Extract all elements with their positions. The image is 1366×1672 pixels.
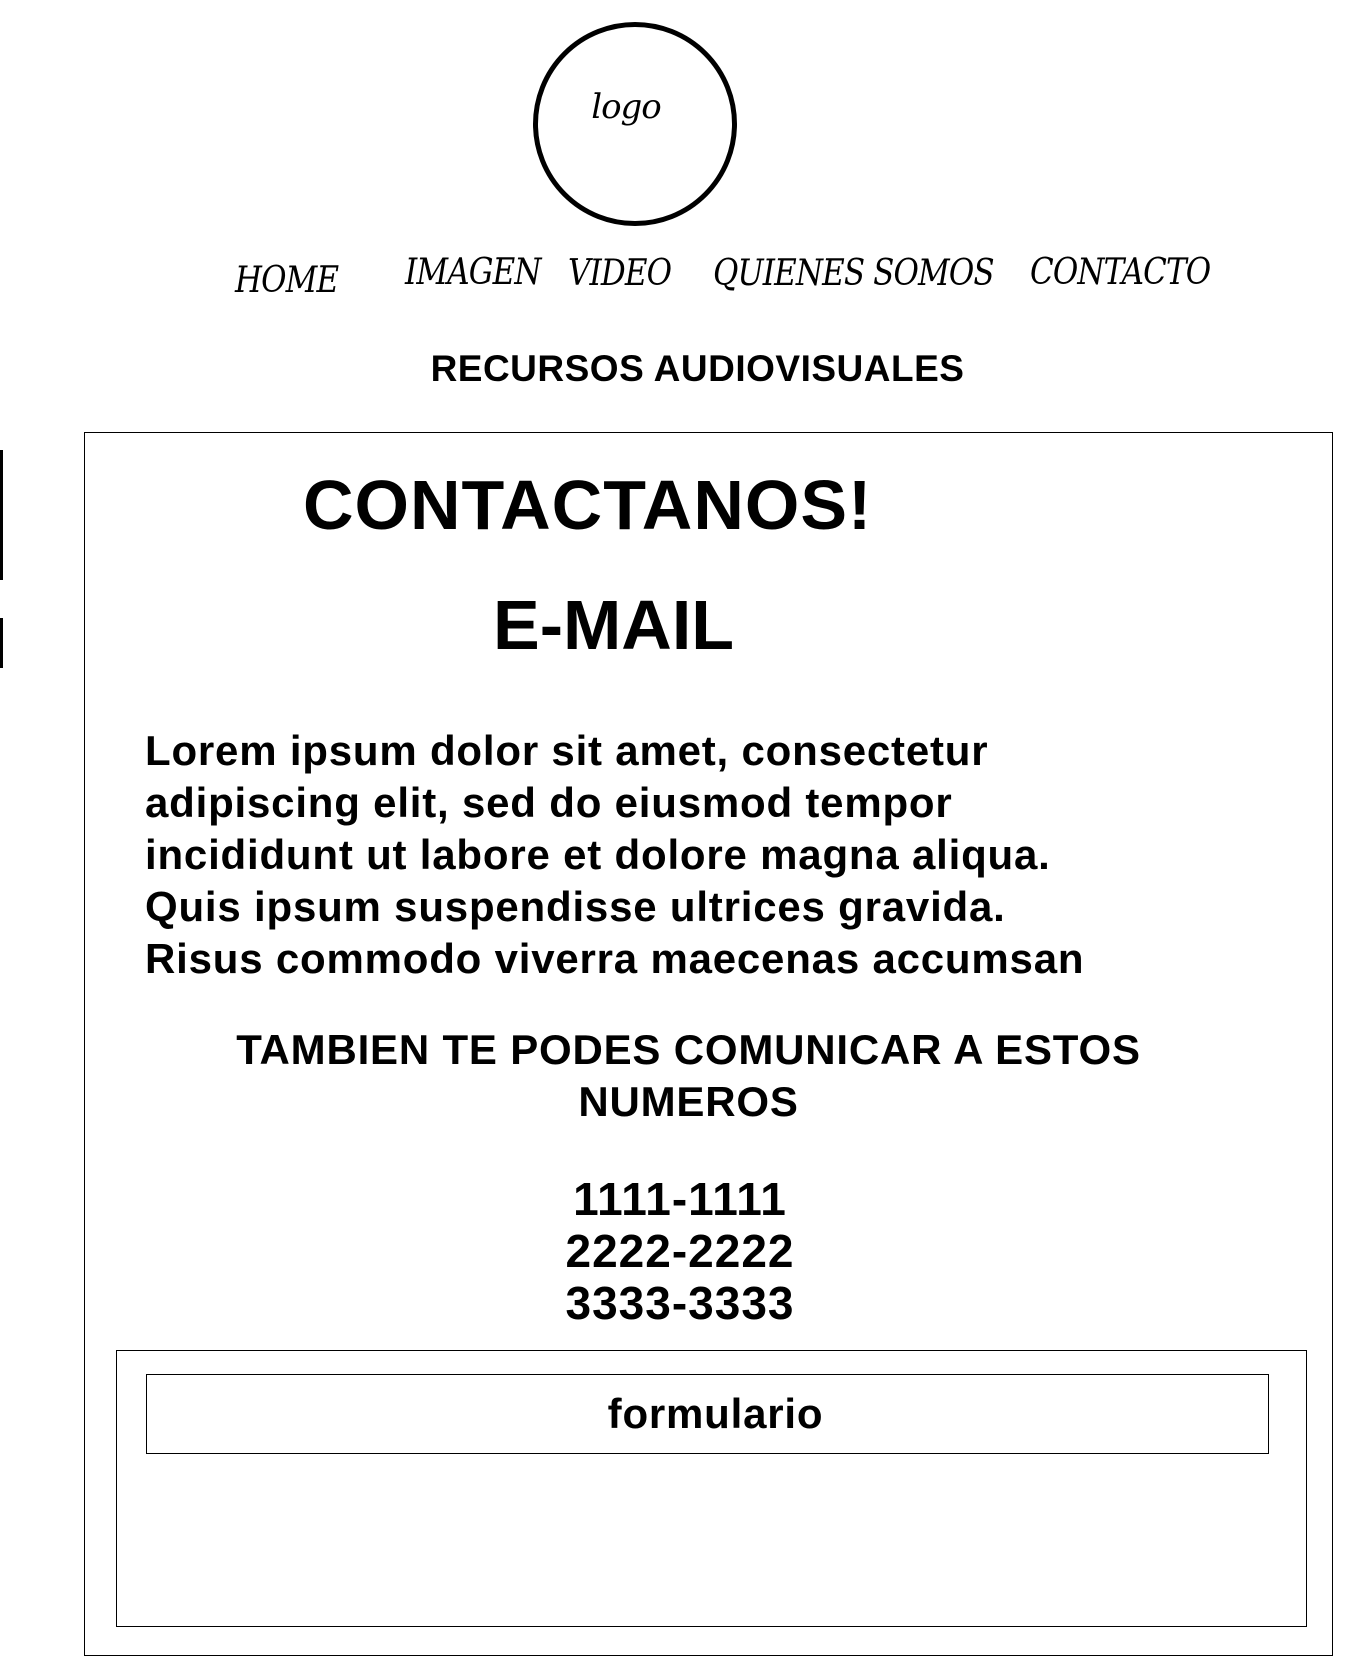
site-title: RECURSOS AUDIOVISUALES [430, 348, 965, 389]
page-title: CONTACTANOS! [303, 466, 873, 544]
phone-number[interactable]: 1111-1111 [360, 1173, 1000, 1225]
description-line: Lorem ipsum dolor sit amet, consectetur [145, 727, 989, 774]
edge-divider [0, 618, 3, 668]
email-heading: E-MAIL [493, 586, 735, 664]
phone-number[interactable]: 3333-3333 [360, 1277, 1000, 1329]
logo-text: logo [591, 87, 662, 127]
logo[interactable]: logo [533, 22, 737, 226]
description-line: adipiscing elit, sed do eiusmod tempor [145, 779, 953, 826]
description-line: Risus commodo viverra maecenas accumsan [145, 935, 1085, 982]
phone-number[interactable]: 2222-2222 [360, 1225, 1000, 1277]
form-header: formulario [146, 1374, 1269, 1454]
description-line: Quis ipsum suspendisse ultrices gravida. [145, 883, 1006, 930]
nav-quienes-somos[interactable]: QUIENES SOMOS [713, 256, 995, 292]
nav-video[interactable]: VIDEO [568, 256, 672, 292]
contact-description: Lorem ipsum dolor sit amet, consectetur … [145, 725, 1270, 985]
phone-section-heading: TAMBIEN TE PODES COMUNICAR A ESTOS NUMER… [236, 1026, 1141, 1125]
edge-divider [0, 450, 3, 580]
nav-contacto[interactable]: CONTACTO [1030, 255, 1211, 291]
description-line: incididunt ut labore et dolore magna ali… [145, 831, 1051, 878]
form-label: formulario [607, 1390, 824, 1437]
phone-list: 1111-1111 2222-2222 3333-3333 [360, 1173, 1000, 1329]
nav-imagen[interactable]: IMAGEN [405, 255, 541, 291]
nav-home[interactable]: HOME [235, 263, 339, 299]
